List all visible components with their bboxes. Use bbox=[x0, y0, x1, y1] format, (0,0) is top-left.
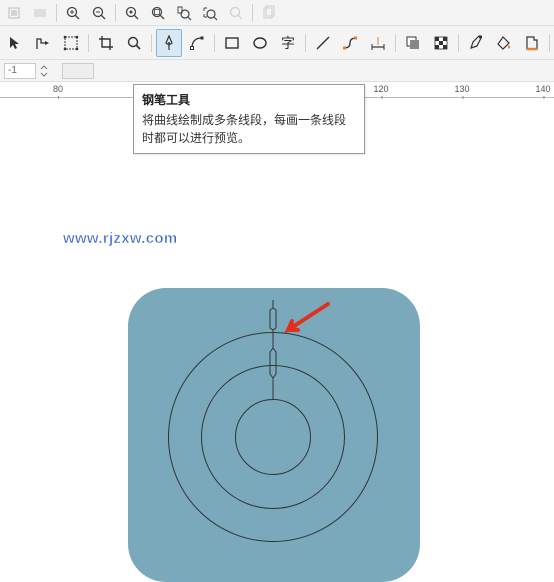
copy-view-icon[interactable] bbox=[257, 2, 281, 24]
red-arrow-annotation bbox=[280, 300, 330, 340]
watermark-url: www.rjzxw.com bbox=[63, 230, 177, 247]
snap-btn[interactable] bbox=[2, 2, 26, 24]
property-bar: -1 bbox=[0, 60, 554, 82]
ellipse-tool-icon[interactable] bbox=[247, 29, 273, 57]
drop-shadow-icon[interactable] bbox=[400, 29, 426, 57]
ruler-tick: 140 bbox=[535, 84, 550, 94]
zoom-out-icon[interactable] bbox=[87, 2, 111, 24]
crop-tool-icon[interactable] bbox=[93, 29, 119, 57]
guides-btn[interactable] bbox=[28, 2, 52, 24]
separator bbox=[214, 34, 215, 52]
rounded-square-shape bbox=[128, 288, 420, 582]
tooltip-desc: 将曲线绘制成多条线段，每画一条线段时都可以进行预览。 bbox=[142, 111, 356, 147]
separator bbox=[88, 34, 89, 52]
separator bbox=[549, 34, 550, 52]
canvas[interactable] bbox=[0, 100, 554, 518]
separator bbox=[151, 34, 152, 52]
separator bbox=[115, 4, 116, 22]
zoom-page-icon[interactable] bbox=[172, 2, 196, 24]
transparency-icon[interactable] bbox=[428, 29, 454, 57]
pen-tool-icon[interactable] bbox=[156, 29, 182, 57]
zoom-fit-icon[interactable] bbox=[146, 2, 170, 24]
shape-tool-icon[interactable] bbox=[184, 29, 210, 57]
line-tool-icon[interactable] bbox=[310, 29, 336, 57]
tooltip-title: 钢笔工具 bbox=[142, 91, 356, 109]
dimension-tool-icon[interactable] bbox=[365, 29, 391, 57]
zoom-previous-icon[interactable] bbox=[224, 2, 248, 24]
pick-tool-icon[interactable] bbox=[2, 29, 28, 57]
ruler-tick: 80 bbox=[53, 84, 63, 94]
view-toolbar bbox=[0, 0, 554, 26]
freehand-pick-icon[interactable] bbox=[30, 29, 56, 57]
main-toolbox: 字 bbox=[0, 26, 554, 60]
zoom-selection-icon[interactable] bbox=[120, 2, 144, 24]
spinner-icon[interactable] bbox=[40, 64, 48, 78]
outline-tool-icon[interactable] bbox=[519, 29, 545, 57]
separator bbox=[56, 4, 57, 22]
prop-field-a[interactable]: -1 bbox=[4, 63, 36, 79]
ruler-tick: 130 bbox=[454, 84, 469, 94]
zoom-in-icon[interactable] bbox=[61, 2, 85, 24]
ruler-tick: 120 bbox=[373, 84, 388, 94]
svg-text:字: 字 bbox=[281, 36, 295, 51]
zoom-all-icon[interactable] bbox=[198, 2, 222, 24]
rectangle-tool-icon[interactable] bbox=[219, 29, 245, 57]
separator bbox=[252, 4, 253, 22]
free-transform-icon[interactable] bbox=[58, 29, 84, 57]
connector-tool-icon[interactable] bbox=[337, 29, 363, 57]
separator bbox=[305, 34, 306, 52]
prop-field-b[interactable] bbox=[62, 63, 94, 79]
eyedropper-icon[interactable] bbox=[463, 29, 489, 57]
separator bbox=[395, 34, 396, 52]
separator bbox=[458, 34, 459, 52]
zoom-tool-icon[interactable] bbox=[121, 29, 147, 57]
fill-tool-icon[interactable] bbox=[491, 29, 517, 57]
inner-ring bbox=[235, 399, 311, 475]
text-tool-icon[interactable]: 字 bbox=[275, 29, 301, 57]
pen-tool-tooltip: 钢笔工具 将曲线绘制成多条线段，每画一条线段时都可以进行预览。 bbox=[133, 84, 365, 154]
